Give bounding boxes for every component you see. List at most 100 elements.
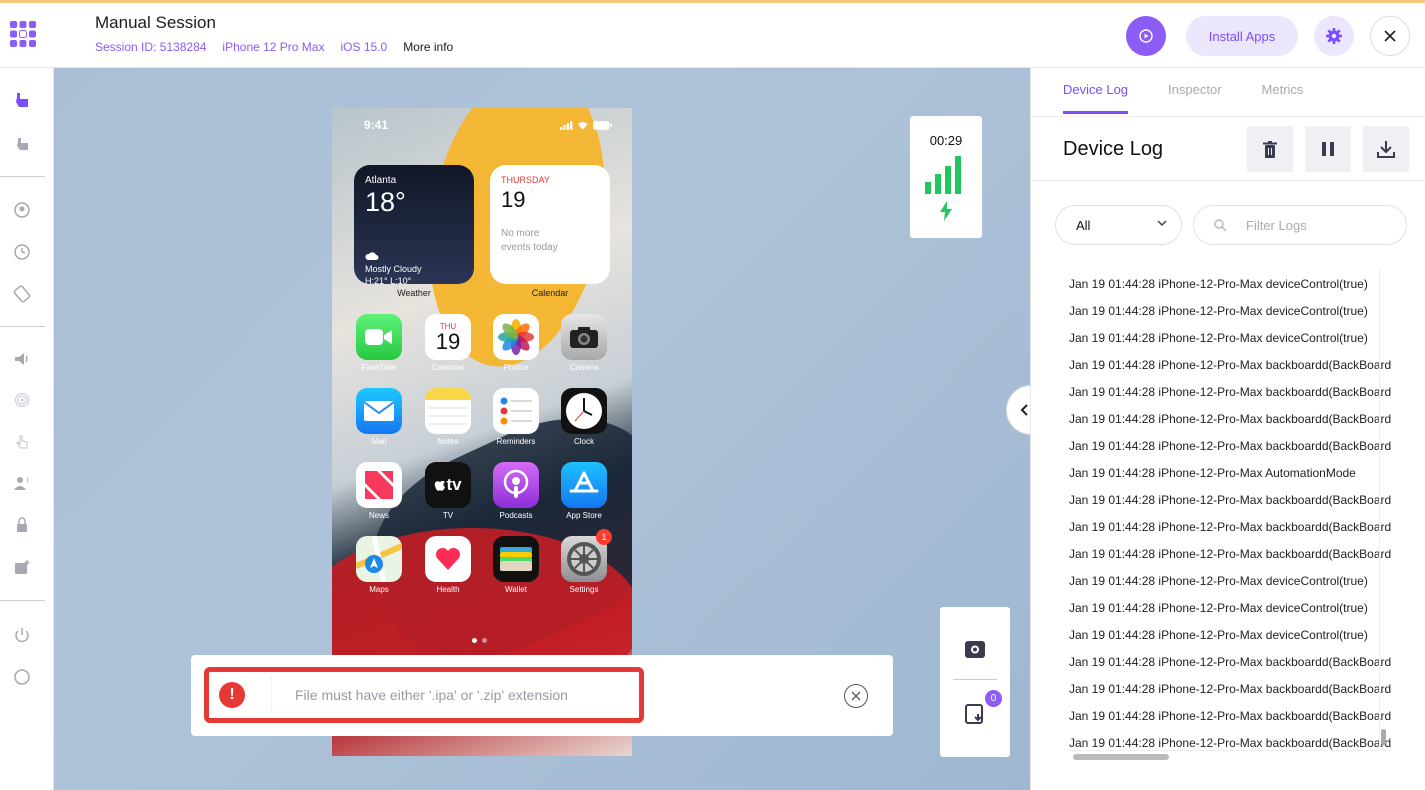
health-app-icon[interactable] xyxy=(425,536,471,582)
panel-title: Device Log xyxy=(1063,138,1164,160)
more-info-link[interactable]: More info xyxy=(403,40,453,54)
podcasts-app-icon[interactable] xyxy=(493,462,539,508)
settings-button[interactable] xyxy=(1314,16,1354,56)
log-line: Jan 19 01:44:28 iPhone-12-Pro-Max device… xyxy=(1069,304,1368,318)
power-icon[interactable] xyxy=(12,625,32,645)
horizontal-scrollbar[interactable] xyxy=(1073,754,1169,760)
weather-widget-label: Weather xyxy=(397,288,431,298)
log-line: Jan 19 01:44:28 iPhone-12-Pro-Max backbo… xyxy=(1069,682,1391,696)
app-label: Camera xyxy=(569,363,599,372)
fingerprint-icon[interactable] xyxy=(12,390,32,410)
news-app-icon[interactable] xyxy=(356,462,402,508)
screenshot-button[interactable] xyxy=(964,639,986,664)
mail-app-icon[interactable] xyxy=(356,388,402,434)
gear-icon xyxy=(1326,28,1342,44)
play-button[interactable] xyxy=(1126,16,1166,56)
trash-icon xyxy=(1263,140,1277,158)
tv-app-icon[interactable]: tv xyxy=(425,462,471,508)
image-inject-icon[interactable] xyxy=(12,558,32,578)
close-icon xyxy=(1384,30,1396,42)
weather-widget[interactable]: Atlanta 18° Mostly Cloudy H:21° L:10° xyxy=(354,165,474,287)
app-logo-icon[interactable] xyxy=(10,21,36,47)
clock-icon[interactable] xyxy=(12,242,32,262)
tab-inspector[interactable]: Inspector xyxy=(1168,82,1221,114)
charging-icon xyxy=(940,201,952,221)
weather-condition: Mostly Cloudy H:21° L:10° xyxy=(365,251,422,287)
close-icon xyxy=(851,691,861,701)
log-line: Jan 19 01:44:28 iPhone-12-Pro-Max device… xyxy=(1069,331,1368,345)
maps-app-icon[interactable] xyxy=(356,536,402,582)
page-title: Manual Session xyxy=(95,13,216,32)
calendar-empty-note: No more events today xyxy=(501,227,599,255)
vertical-scrollbar[interactable] xyxy=(1381,729,1386,745)
apple-logo-icon xyxy=(435,480,446,491)
wallet-app-icon[interactable] xyxy=(493,536,539,582)
cellular-icon xyxy=(560,120,573,130)
clock-app-icon[interactable] xyxy=(561,388,607,434)
reminders-app-icon[interactable] xyxy=(493,388,539,434)
log-list[interactable]: Jan 19 01:44:28 iPhone-12-Pro-Max device… xyxy=(1069,268,1391,763)
filter-logs-input[interactable] xyxy=(1246,218,1386,233)
tools-divider xyxy=(953,679,997,680)
log-level-value: All xyxy=(1076,218,1091,233)
tap-icon[interactable] xyxy=(12,432,32,452)
log-scroll-track xyxy=(1379,268,1380,748)
log-line: Jan 19 01:44:28 iPhone-12-Pro-Max backbo… xyxy=(1069,439,1391,453)
pause-logs-button[interactable] xyxy=(1305,126,1351,172)
photos-app-icon[interactable] xyxy=(493,314,539,360)
pause-icon xyxy=(1322,142,1334,156)
download-logs-button[interactable] xyxy=(1363,126,1409,172)
log-line: Jan 19 01:44:28 iPhone-12-Pro-Max backbo… xyxy=(1069,385,1391,399)
app-label: FaceTime xyxy=(361,363,397,372)
tabs-divider xyxy=(1031,116,1425,117)
log-level-select[interactable]: All xyxy=(1055,205,1182,245)
facetime-app-icon[interactable] xyxy=(356,314,402,360)
lock-icon[interactable] xyxy=(12,515,32,535)
downloads-button[interactable]: 0 xyxy=(964,690,1002,730)
tab-metrics[interactable]: Metrics xyxy=(1262,82,1304,114)
download-device-icon xyxy=(965,704,983,724)
voice-icon[interactable] xyxy=(12,473,32,493)
session-meta: Session ID: 5138284 iPhone 12 Pro Max iO… xyxy=(95,40,453,54)
tab-device-log[interactable]: Device Log xyxy=(1063,82,1129,114)
search-icon xyxy=(1214,219,1227,232)
filter-logs-field[interactable] xyxy=(1193,205,1407,245)
calendar-note-line: No more xyxy=(501,228,540,239)
panel-tabs: Device Log Inspector Metrics xyxy=(1063,82,1303,114)
page-indicator xyxy=(472,638,487,643)
gesture-icon[interactable] xyxy=(12,134,32,154)
wifi-icon xyxy=(578,121,588,130)
touch-icon[interactable] xyxy=(12,90,32,110)
location-icon[interactable] xyxy=(12,200,32,220)
rotate-icon[interactable] xyxy=(12,284,32,304)
chevron-down-icon xyxy=(1157,220,1167,227)
device-stage: 9:41 Atlanta 18° Mostly Cloudy H:21° L:1… xyxy=(54,68,1056,790)
play-icon xyxy=(1139,29,1153,43)
settings-app-icon[interactable]: 1 xyxy=(561,529,612,582)
app-store-app-icon[interactable] xyxy=(561,462,607,508)
calendar-app-icon[interactable]: THU 19 xyxy=(425,314,471,360)
error-icon: ! xyxy=(219,682,245,708)
session-timer-card: 00:29 xyxy=(910,116,982,238)
home-icon[interactable] xyxy=(12,667,32,687)
calendar-widget[interactable]: THURSDAY 19 No more events today xyxy=(490,165,610,284)
calendar-widget-label: Calendar xyxy=(531,288,569,298)
close-session-button[interactable] xyxy=(1370,16,1410,56)
dismiss-toast-button[interactable] xyxy=(844,684,868,708)
log-line: Jan 19 01:44:28 iPhone-12-Pro-Max backbo… xyxy=(1069,520,1391,534)
camera-app-icon[interactable] xyxy=(561,314,607,360)
downloads-badge: 0 xyxy=(985,690,1002,707)
tool-sidebar xyxy=(0,68,54,790)
weather-range: H:21° L:10° xyxy=(365,276,412,286)
os-version: iOS 15.0 xyxy=(340,40,388,54)
status-time: 9:41 xyxy=(364,118,389,132)
app-label: Mail xyxy=(371,437,387,446)
clear-logs-button[interactable] xyxy=(1247,126,1293,172)
install-apps-button[interactable]: Install Apps xyxy=(1186,16,1298,56)
log-line: Jan 19 01:44:28 iPhone-12-Pro-Max backbo… xyxy=(1069,655,1391,669)
volume-icon[interactable] xyxy=(12,349,32,369)
app-label: Maps xyxy=(369,585,389,594)
log-line: Jan 19 01:44:28 iPhone-12-Pro-Max device… xyxy=(1069,601,1368,615)
download-icon xyxy=(1377,141,1395,158)
notes-app-icon[interactable] xyxy=(425,388,471,434)
